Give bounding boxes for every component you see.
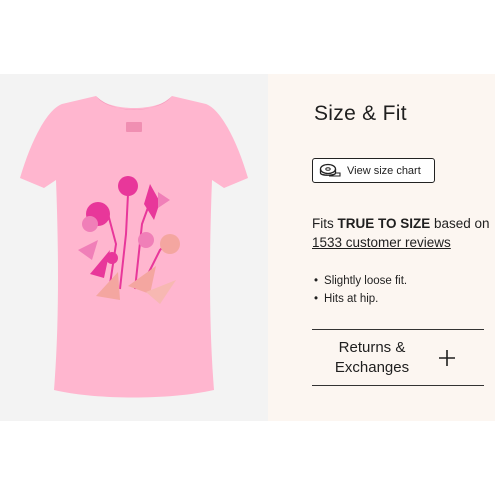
fit-summary: Fits TRUE TO SIZE based on 1533 customer… xyxy=(312,214,492,252)
tshirt-tag xyxy=(126,122,142,132)
tshirt-body xyxy=(20,96,248,398)
divider-top xyxy=(312,329,484,330)
fits-prefix: Fits xyxy=(312,216,338,231)
divider-bottom xyxy=(312,385,484,386)
view-size-chart-button[interactable]: View size chart xyxy=(312,158,435,183)
customer-reviews-link[interactable]: 1533 customer reviews xyxy=(312,235,451,250)
product-section: Size & Fit View size chart Fits TRUE TO … xyxy=(0,74,495,421)
product-image-panel xyxy=(0,74,268,421)
fit-detail-item: Hits at hip. xyxy=(314,290,407,308)
returns-label-line1: Returns & xyxy=(338,339,406,356)
fit-details-list: Slightly loose fit. Hits at hip. xyxy=(314,272,407,308)
returns-label-line2: Exchanges xyxy=(334,359,410,376)
fit-verdict: TRUE TO SIZE xyxy=(337,216,431,231)
fit-detail-item: Slightly loose fit. xyxy=(314,272,407,290)
view-size-chart-label: View size chart xyxy=(347,164,421,177)
returns-exchanges-label: Returns & Exchanges xyxy=(312,338,432,378)
fits-suffix: based on xyxy=(430,216,490,231)
tape-measure-icon xyxy=(319,163,341,179)
returns-exchanges-accordion[interactable]: Returns & Exchanges xyxy=(312,331,484,385)
plus-icon xyxy=(438,349,456,367)
size-fit-title: Size & Fit xyxy=(314,102,407,125)
pink-floral-tshirt-image[interactable] xyxy=(0,74,268,421)
size-fit-panel: Size & Fit View size chart Fits TRUE TO … xyxy=(268,74,495,421)
